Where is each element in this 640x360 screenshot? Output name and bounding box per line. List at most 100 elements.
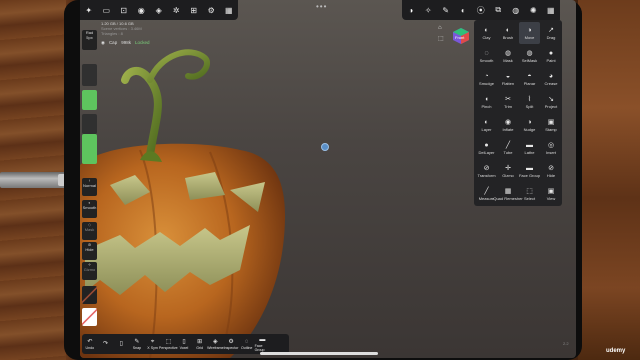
eye-icon[interactable]: ◉ <box>101 40 105 46</box>
scene-icon[interactable]: ⊡ <box>115 0 133 20</box>
tool-flatten[interactable]: ◒ Flatten <box>498 68 519 90</box>
measure-icon: ╱ <box>484 187 489 195</box>
tool-stamp[interactable]: ▣ Stamp <box>541 114 562 136</box>
intensity-slider[interactable] <box>82 134 97 164</box>
folder-icon[interactable]: ▭ <box>98 0 116 20</box>
normal-button[interactable]: ↑ Normal <box>82 178 97 196</box>
home-icon[interactable]: ⌂ <box>438 25 444 31</box>
pen-icon[interactable]: ✎ <box>437 0 455 20</box>
tool-label: Stamp <box>545 126 557 132</box>
tool-selmask[interactable]: ◍ SelMask <box>519 45 540 67</box>
bottom-label: Wireframe <box>207 346 224 350</box>
grid-icon[interactable]: ⊞ <box>185 0 203 20</box>
camera-icon[interactable]: ◉ <box>133 0 151 20</box>
mask-button[interactable]: ◇ Mask <box>82 222 97 240</box>
bottom-label: X Sym <box>147 346 158 350</box>
face-group-icon: ▬ <box>259 337 266 343</box>
bottom-face-group-button[interactable]: ▬ Face Group <box>255 336 271 352</box>
tool-lathe[interactable]: ▬ Lathe <box>519 137 540 159</box>
tool-label: Hide <box>546 172 556 178</box>
frame-icon[interactable]: ⬚ <box>438 35 444 42</box>
tool-smooth[interactable]: ◌ Smooth <box>476 45 497 67</box>
tool-transform[interactable]: ⊘ Transform <box>476 160 497 182</box>
settings-icon[interactable]: ⚙ <box>203 0 221 20</box>
tool-insert[interactable]: ◎ Insert <box>541 137 562 159</box>
clay-icon: ◐ <box>484 26 489 34</box>
bottom-undo-button[interactable]: ↶ Undo <box>82 338 98 350</box>
tool-view[interactable]: ▣ View <box>541 183 562 205</box>
layers-icon[interactable]: ◈ <box>150 0 168 20</box>
bottom-item-1-button[interactable]: ↷ <box>98 340 114 348</box>
sphere-icon[interactable]: ◍ <box>507 0 525 20</box>
tool-tube[interactable]: ╱ Tube <box>498 137 519 159</box>
gizmo-button[interactable]: ✛ Gizmo <box>82 262 97 280</box>
radius-slider[interactable] <box>82 90 97 110</box>
smooth-icon: ◌ <box>484 49 489 57</box>
tool-label: Split <box>525 103 534 109</box>
color-icon[interactable]: ◐ <box>455 0 473 20</box>
tool-face-group[interactable]: ▬ Face Group <box>519 160 540 182</box>
intensity-slider-track[interactable] <box>82 114 97 134</box>
tool-select[interactable]: ⬚ Select <box>519 183 540 205</box>
tool-label: View <box>546 195 556 201</box>
bottom-snap-button[interactable]: ✎ Snap <box>129 338 145 350</box>
hide-button[interactable]: ⊘ Hide <box>82 242 97 260</box>
tool-pinch[interactable]: ◖ Pinch <box>476 91 497 113</box>
more-icon[interactable]: ▦ <box>220 0 238 20</box>
tool-drag[interactable]: ↗ Drag <box>541 22 562 44</box>
tool-smudge[interactable]: ◔ Smudge <box>476 68 497 90</box>
tool-gizmo[interactable]: ✛ Gizmo <box>498 160 519 182</box>
bottom-outline-button[interactable]: ◌ Outline <box>239 338 255 350</box>
tool-hide[interactable]: ⊘ Hide <box>541 160 562 182</box>
multitask-dots-icon[interactable]: ••• <box>316 2 327 11</box>
stroke-icon[interactable]: ✧ <box>420 0 438 20</box>
tool-measure[interactable]: ╱ Measure <box>476 183 497 205</box>
radius-button[interactable]: Rad 5px <box>82 30 97 50</box>
home-indicator[interactable] <box>260 352 378 355</box>
bottom-item-2-button[interactable]: ▯ <box>113 340 129 348</box>
tool-planar[interactable]: ◓ Planar <box>519 68 540 90</box>
tool-label: Paint <box>546 57 556 63</box>
bottom-perspective-button[interactable]: ⬚ Perspective <box>159 338 178 350</box>
color-swatch[interactable] <box>82 286 97 304</box>
bottom-label: Face Group <box>254 344 265 352</box>
tool-paint[interactable]: ● Paint <box>541 45 562 67</box>
bottom-inspector-button[interactable]: ⚙ Inspector <box>223 338 239 350</box>
tool-project[interactable]: ↘ Project <box>541 91 562 113</box>
sculpt-app-icon[interactable]: ✦ <box>80 0 98 20</box>
tool-split[interactable]: ⌇ Split <box>519 91 540 113</box>
bottom-voxel-button[interactable]: ▯ Voxel <box>176 338 192 350</box>
gear-icon[interactable]: ✲ <box>168 0 186 20</box>
tool-dellayer[interactable]: ● DelLayer <box>476 137 497 159</box>
viewcube-icon[interactable]: Front <box>452 27 470 45</box>
grid-tools-icon[interactable]: ▦ <box>542 0 560 20</box>
mask-icon[interactable]: ✺ <box>525 0 543 20</box>
tool-clay[interactable]: ◐ Clay <box>476 22 497 44</box>
tool-move[interactable]: ◑ Move <box>519 22 540 44</box>
cursor-indicator <box>321 143 329 151</box>
tool-label: Layer <box>481 126 492 132</box>
tool-quad-remesher[interactable]: ▦ Quad Remesher <box>493 183 522 205</box>
tool-crease[interactable]: ◕ Crease <box>541 68 562 90</box>
tool-nudge[interactable]: ◑ Nudge <box>519 114 540 136</box>
tool-label: Drag <box>546 34 556 40</box>
tool-label: Inflate <box>502 126 514 132</box>
tool-label: Face Group <box>518 172 541 178</box>
material-icon[interactable]: ⦿ <box>472 0 490 20</box>
item-2-icon: ▯ <box>119 341 123 347</box>
planar-icon: ◓ <box>527 72 532 80</box>
snap-icon: ✎ <box>134 339 140 345</box>
smooth-button[interactable]: ◐ Smooth <box>82 200 97 218</box>
tool-brush[interactable]: ◐ Brush <box>498 22 519 44</box>
tool-mask[interactable]: ◍ Mask <box>498 45 519 67</box>
layers-stack-icon[interactable]: ⧉ <box>490 0 508 20</box>
layer-icon: ◐ <box>484 118 489 126</box>
radius-slider-track[interactable] <box>82 64 97 86</box>
brush-settings-icon[interactable]: ◑ <box>402 0 420 20</box>
secondary-color-swatch[interactable] <box>82 308 97 326</box>
tool-trim[interactable]: ✂ Trim <box>498 91 519 113</box>
bottom-grid-button[interactable]: ⊞ Grid <box>192 338 208 350</box>
tool-layer[interactable]: ◐ Layer <box>476 114 497 136</box>
tool-inflate[interactable]: ◉ Inflate <box>498 114 519 136</box>
bottom-wireframe-button[interactable]: ◈ Wireframe <box>207 338 224 350</box>
